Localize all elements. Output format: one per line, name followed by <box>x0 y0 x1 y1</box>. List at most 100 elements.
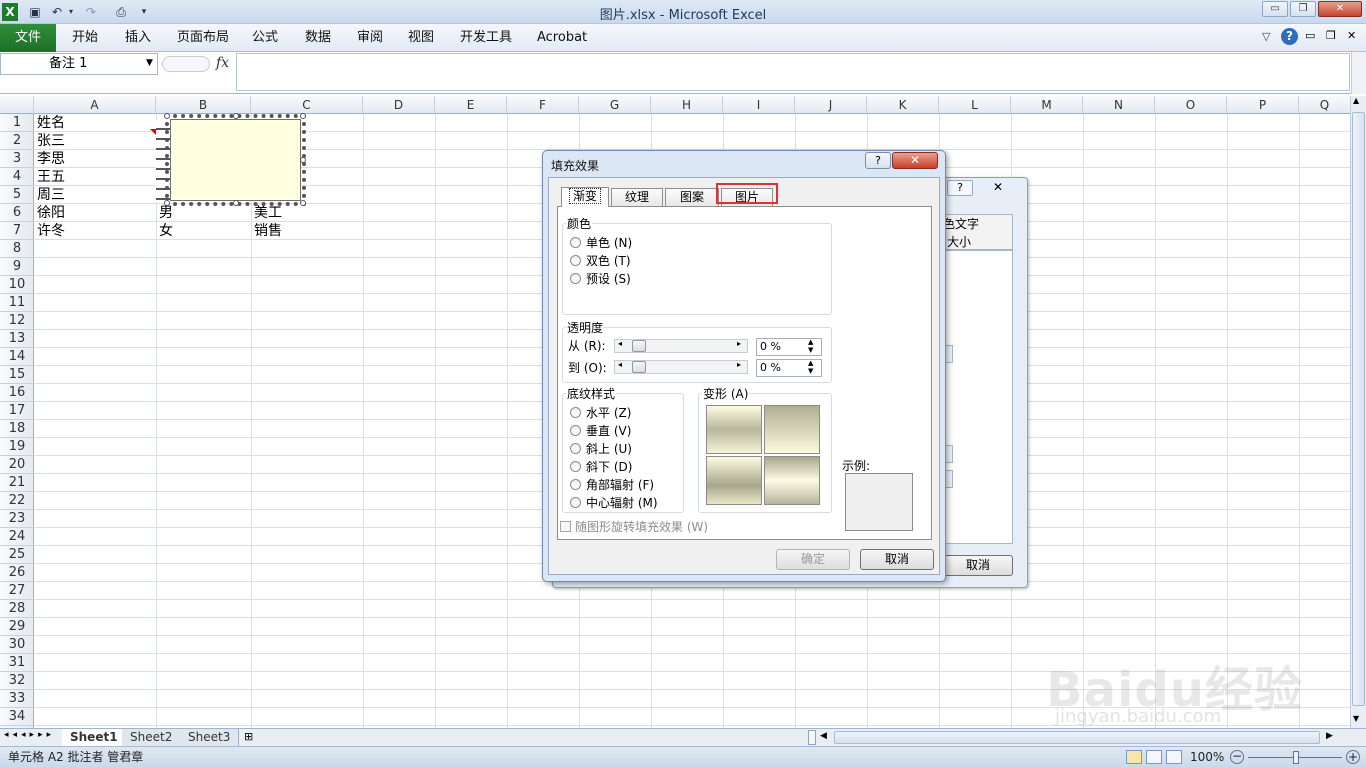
row-header[interactable]: 11 <box>0 294 34 312</box>
horizontal-scroll-thumb[interactable] <box>834 731 1320 744</box>
formula-input[interactable] <box>236 53 1350 91</box>
row-header[interactable]: 17 <box>0 402 34 420</box>
row-header[interactable]: 32 <box>0 672 34 690</box>
close-window-button[interactable]: ✕ <box>1318 1 1362 17</box>
sheet-tab-2[interactable]: Sheet2 <box>122 729 182 746</box>
cell-b7[interactable]: 女 <box>156 222 173 240</box>
help-button[interactable]: ? <box>947 180 973 196</box>
row-header[interactable]: 34 <box>0 708 34 726</box>
row-header[interactable]: 22 <box>0 492 34 510</box>
row-header[interactable]: 20 <box>0 456 34 474</box>
normal-view-icon[interactable] <box>1126 750 1142 764</box>
column-header[interactable]: M <box>1011 96 1083 114</box>
tab-data[interactable]: 数据 <box>305 24 331 52</box>
row-header[interactable]: 29 <box>0 618 34 636</box>
tab-file[interactable]: 文件 <box>0 24 56 52</box>
to-slider-thumb[interactable] <box>632 361 646 373</box>
column-header[interactable]: A <box>34 96 156 114</box>
cancel-button[interactable]: 取消 <box>860 549 934 570</box>
cell-b6[interactable]: 男 <box>156 204 173 222</box>
radio-one-color[interactable] <box>570 237 581 248</box>
row-header[interactable]: 10 <box>0 276 34 294</box>
to-slider[interactable]: ◂ ▸ <box>614 360 748 374</box>
row-header[interactable]: 23 <box>0 510 34 528</box>
row-header[interactable]: 26 <box>0 564 34 582</box>
tab-acrobat[interactable]: Acrobat <box>537 24 587 52</box>
column-header[interactable]: B <box>156 96 251 114</box>
from-spin-arrows-icon[interactable]: ▲ ▼ <box>808 338 813 354</box>
minimize-ribbon-icon[interactable]: ▽ <box>1262 30 1270 43</box>
column-header[interactable]: Q <box>1299 96 1350 114</box>
column-header[interactable]: K <box>867 96 939 114</box>
row-header[interactable]: 3 <box>0 150 34 168</box>
scroll-up-icon[interactable]: ▲ <box>1353 96 1359 105</box>
sheet-nav-icons[interactable]: ◂◂◂▸▸▸ <box>4 730 55 740</box>
tab-page-layout[interactable]: 页面布局 <box>177 24 229 52</box>
column-header[interactable]: O <box>1155 96 1227 114</box>
resize-handle[interactable] <box>164 200 170 206</box>
radio-from-center[interactable] <box>570 497 581 508</box>
column-header[interactable]: L <box>939 96 1011 114</box>
row-header[interactable]: 2 <box>0 132 34 150</box>
tab-pattern[interactable]: 图案 <box>665 188 719 207</box>
tab-home[interactable]: 开始 <box>72 24 98 52</box>
sheet-tab-3[interactable]: Sheet3 <box>180 729 240 746</box>
zoom-in-icon[interactable]: + <box>1346 750 1360 764</box>
sheet-tab-1[interactable]: Sheet1 <box>62 729 127 746</box>
row-header[interactable]: 12 <box>0 312 34 330</box>
restore-button[interactable]: ❐ <box>1290 1 1316 17</box>
tab-gradient[interactable]: 渐变 <box>561 187 609 207</box>
column-header[interactable]: J <box>795 96 867 114</box>
row-header[interactable]: 31 <box>0 654 34 672</box>
hscroll-left-icon[interactable]: ◀ <box>820 731 827 741</box>
cell-a7[interactable]: 许冬 <box>34 222 65 240</box>
tab-insert[interactable]: 插入 <box>125 24 151 52</box>
ok-button[interactable]: 确定 <box>776 549 850 570</box>
row-header[interactable]: 13 <box>0 330 34 348</box>
row-header[interactable]: 24 <box>0 528 34 546</box>
column-header[interactable]: P <box>1227 96 1299 114</box>
column-header[interactable]: N <box>1083 96 1155 114</box>
to-spin-arrows-icon[interactable]: ▲ ▼ <box>808 359 813 375</box>
resize-handle[interactable] <box>300 157 306 163</box>
column-header[interactable]: H <box>651 96 723 114</box>
hscroll-right-icon[interactable]: ▶ <box>1326 731 1333 741</box>
row-header[interactable]: 27 <box>0 582 34 600</box>
radio-from-corner[interactable] <box>570 479 581 490</box>
resize-handle[interactable] <box>164 113 170 119</box>
insert-sheet-icon[interactable]: ⊞ <box>244 730 253 743</box>
cell-a5[interactable]: 周三 <box>34 186 65 204</box>
from-slider[interactable]: ◂ ▸ <box>614 339 748 353</box>
slider-left-icon[interactable]: ◂ <box>618 360 622 369</box>
tab-split-handle[interactable] <box>808 730 816 745</box>
column-header[interactable]: I <box>723 96 795 114</box>
close-button[interactable]: ✕ <box>983 180 1013 196</box>
radio-vertical[interactable] <box>570 425 581 436</box>
resize-handle[interactable] <box>233 200 239 206</box>
rotate-checkbox[interactable] <box>560 521 571 532</box>
workbook-restore-icon[interactable]: ❐ <box>1326 29 1336 42</box>
zoom-slider-thumb[interactable] <box>1293 751 1299 764</box>
variant-swatch-1[interactable] <box>706 405 762 454</box>
tab-formulas[interactable]: 公式 <box>252 24 278 52</box>
row-header[interactable]: 8 <box>0 240 34 258</box>
workbook-close-icon[interactable]: ✕ <box>1347 29 1356 42</box>
back-cancel-button[interactable]: 取消 <box>943 555 1013 576</box>
row-header[interactable]: 1 <box>0 114 34 132</box>
column-header[interactable]: E <box>435 96 507 114</box>
dialog-help-button[interactable]: ? <box>865 152 891 169</box>
zoom-level[interactable]: 100% <box>1190 747 1224 767</box>
row-header[interactable]: 25 <box>0 546 34 564</box>
row-header[interactable]: 15 <box>0 366 34 384</box>
cell-a4[interactable]: 王五 <box>34 168 65 186</box>
row-header[interactable]: 30 <box>0 636 34 654</box>
row-header[interactable]: 33 <box>0 690 34 708</box>
row-header[interactable]: 18 <box>0 420 34 438</box>
help-icon[interactable]: ? <box>1281 28 1298 45</box>
radio-two-colors[interactable] <box>570 255 581 266</box>
tab-view[interactable]: 视图 <box>408 24 434 52</box>
from-slider-thumb[interactable] <box>632 340 646 352</box>
comment-box[interactable] <box>165 114 306 206</box>
page-break-view-icon[interactable] <box>1166 750 1182 764</box>
cell-a1[interactable]: 姓名 <box>34 114 65 132</box>
